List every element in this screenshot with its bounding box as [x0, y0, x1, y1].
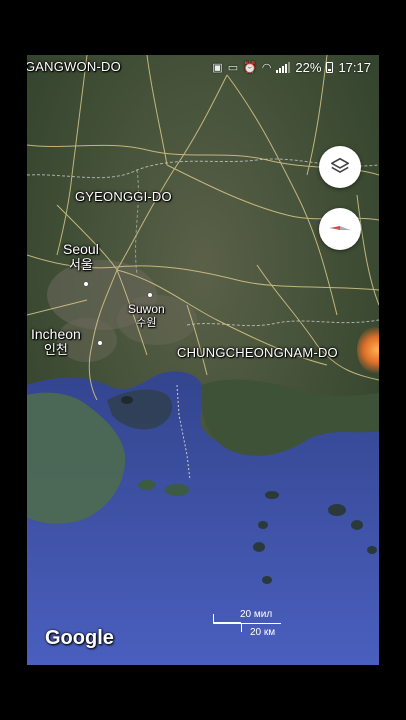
city-name-en: Incheon	[31, 326, 81, 342]
layers-icon	[330, 157, 350, 173]
province-label-gangwon: GANGWON-DO	[27, 59, 121, 74]
city-dot-incheon[interactable]	[97, 340, 103, 346]
wifi-icon: ◠	[261, 61, 272, 74]
layers-button[interactable]	[319, 146, 361, 188]
city-label-seoul[interactable]: Seoul 서울	[63, 241, 99, 273]
cast-icon: ▭	[227, 61, 239, 74]
city-label-incheon[interactable]: Incheon 인천	[31, 326, 81, 358]
city-name-en: Seoul	[63, 241, 99, 257]
city-dot-suwon[interactable]	[147, 292, 153, 298]
city-name-en: Suwon	[128, 302, 165, 316]
city-name-ko: 인천	[43, 342, 68, 357]
scale-km: 20 км	[250, 627, 276, 638]
city-label-suwon[interactable]: Suwon 수원	[128, 302, 165, 330]
city-name-ko: 수원	[136, 317, 157, 329]
map-screen[interactable]: ▣ ▭ ⏰ ◠ 22% 17:17 GANGWON-DO GYEONGGI-DO…	[27, 55, 379, 665]
city-name-ko: 서울	[68, 257, 93, 272]
city-dot-seoul[interactable]	[83, 281, 89, 287]
photo-icon: ▣	[212, 61, 223, 74]
province-label-gyeonggi: GYEONGGI-DO	[75, 189, 172, 204]
google-logo: Google	[45, 627, 114, 649]
alarm-icon: ⏰	[243, 61, 257, 74]
scale-bar: 20 мил 20 км	[213, 608, 303, 642]
battery-icon	[326, 61, 334, 73]
scale-miles: 20 мил	[240, 609, 273, 620]
signal-icon	[276, 61, 291, 73]
clock: 17:17	[338, 59, 371, 75]
compass-button[interactable]	[319, 208, 361, 250]
satellite-map[interactable]	[27, 55, 379, 665]
compass-icon	[329, 226, 351, 231]
battery-percent: 22%	[295, 59, 322, 75]
province-label-chungcheongnam: CHUNGCHEONGNAM-DO	[177, 345, 338, 360]
